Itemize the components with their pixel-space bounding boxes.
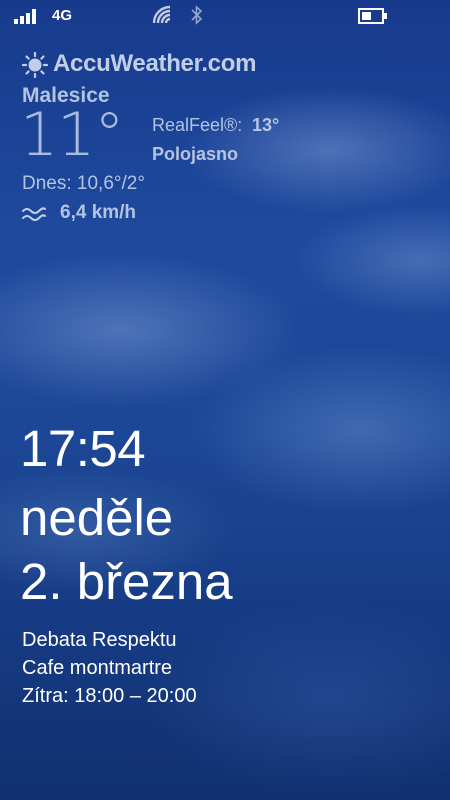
accuweather-logo: AccuWeather.com: [53, 50, 257, 77]
calendar-event-location: Cafe montmartre: [22, 657, 173, 679]
wind-speed: 6,4 km/h: [60, 202, 137, 223]
realfeel-value: 13°: [252, 115, 280, 135]
calendar-event-title: Debata Respektu: [22, 629, 177, 651]
lock-screen-time: 17:54: [20, 420, 146, 477]
lock-screen[interactable]: 4G AccuWeather.com Malesice 11° RealFeel…: [0, 0, 450, 800]
lock-screen-weekday: neděle: [20, 489, 174, 546]
lock-screen-date: 2. března: [20, 553, 233, 610]
realfeel-label: RealFeel®:: [152, 115, 243, 135]
weather-condition: Polojasno: [152, 144, 239, 164]
weather-widget[interactable]: AccuWeather.com Malesice 11° RealFeel®: …: [0, 0, 450, 240]
sun-icon: [22, 52, 48, 78]
calendar-event-time: Zítra: 18:00 – 20:00: [22, 685, 197, 707]
wind-icon: [22, 207, 46, 221]
today-temperature-range: Dnes: 10,6°/2°: [22, 173, 145, 194]
current-temperature: 11°: [20, 100, 124, 170]
